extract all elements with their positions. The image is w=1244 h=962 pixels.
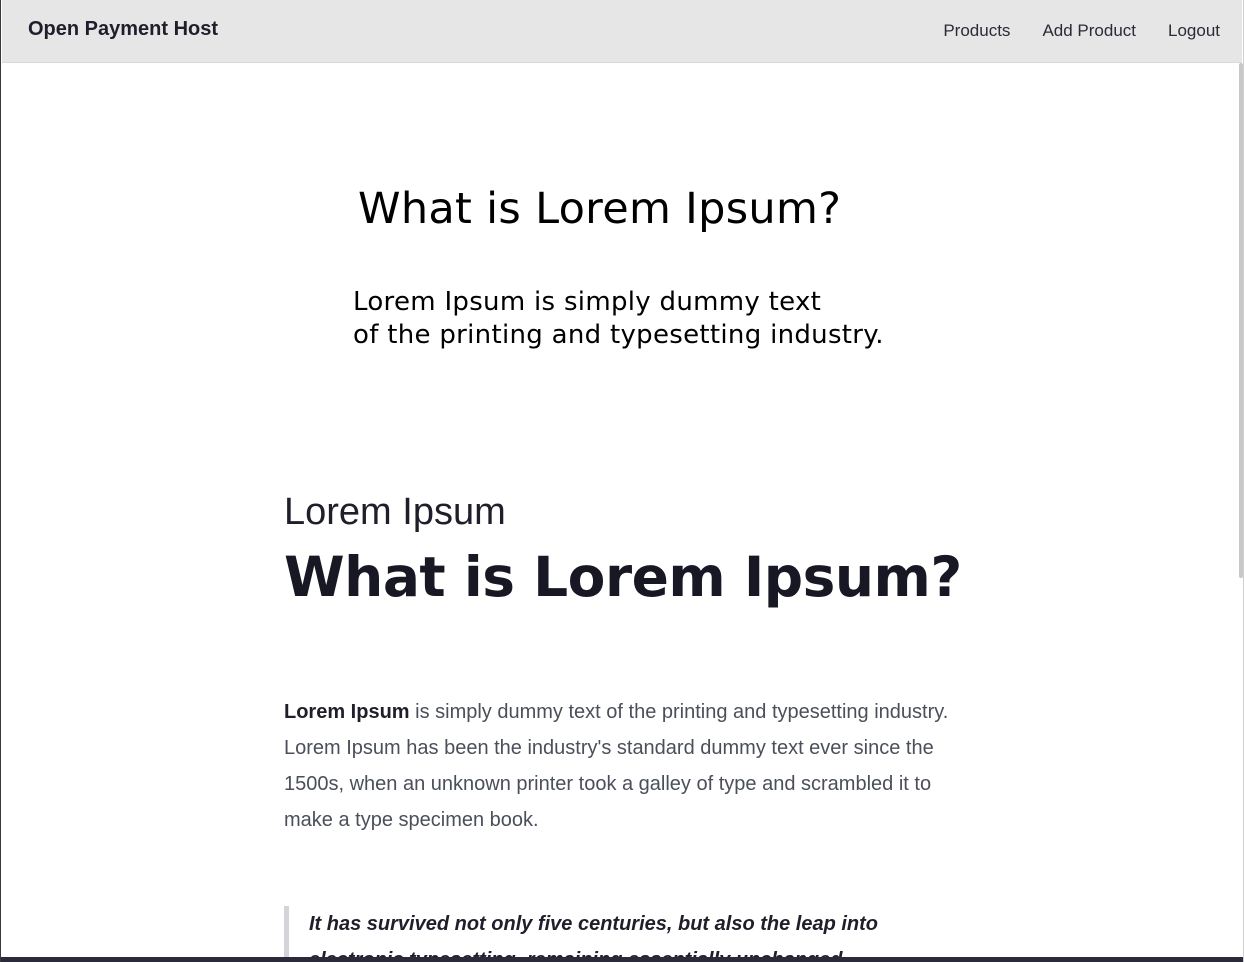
nav-links: Products Add Product Logout <box>943 21 1220 41</box>
nav-link-products[interactable]: Products <box>943 21 1010 41</box>
article-headline: What is Lorem Ipsum? <box>284 545 962 609</box>
hero-title: What is Lorem Ipsum? <box>358 184 842 234</box>
article-lead-paragraph: Lorem Ipsum is simply dummy text of the … <box>284 694 974 838</box>
hero-subtitle-line-1: Lorem Ipsum is simply dummy text <box>353 287 822 317</box>
browser-viewport: Open Payment Host Products Add Product L… <box>0 0 1244 962</box>
lead-bold-term: Lorem Ipsum <box>284 701 410 723</box>
hero-subtitle-line-2: of the printing and typesetting industry… <box>353 320 884 350</box>
article-eyebrow: Lorem Ipsum <box>284 491 506 533</box>
article-body: Lorem Ipsum What is Lorem Ipsum? Lorem I… <box>284 490 974 962</box>
nav-link-add-product[interactable]: Add Product <box>1042 21 1136 41</box>
vertical-scrollbar[interactable] <box>1239 63 1243 578</box>
article-blockquote: It has survived not only five centuries,… <box>284 906 974 962</box>
top-navbar: Open Payment Host Products Add Product L… <box>2 0 1242 63</box>
brand-logo-link[interactable]: Open Payment Host <box>28 18 218 41</box>
hero-subtitle: Lorem Ipsum is simply dummy text of the … <box>353 286 884 352</box>
window-bottom-edge <box>1 957 1243 962</box>
nav-link-logout[interactable]: Logout <box>1168 21 1220 41</box>
